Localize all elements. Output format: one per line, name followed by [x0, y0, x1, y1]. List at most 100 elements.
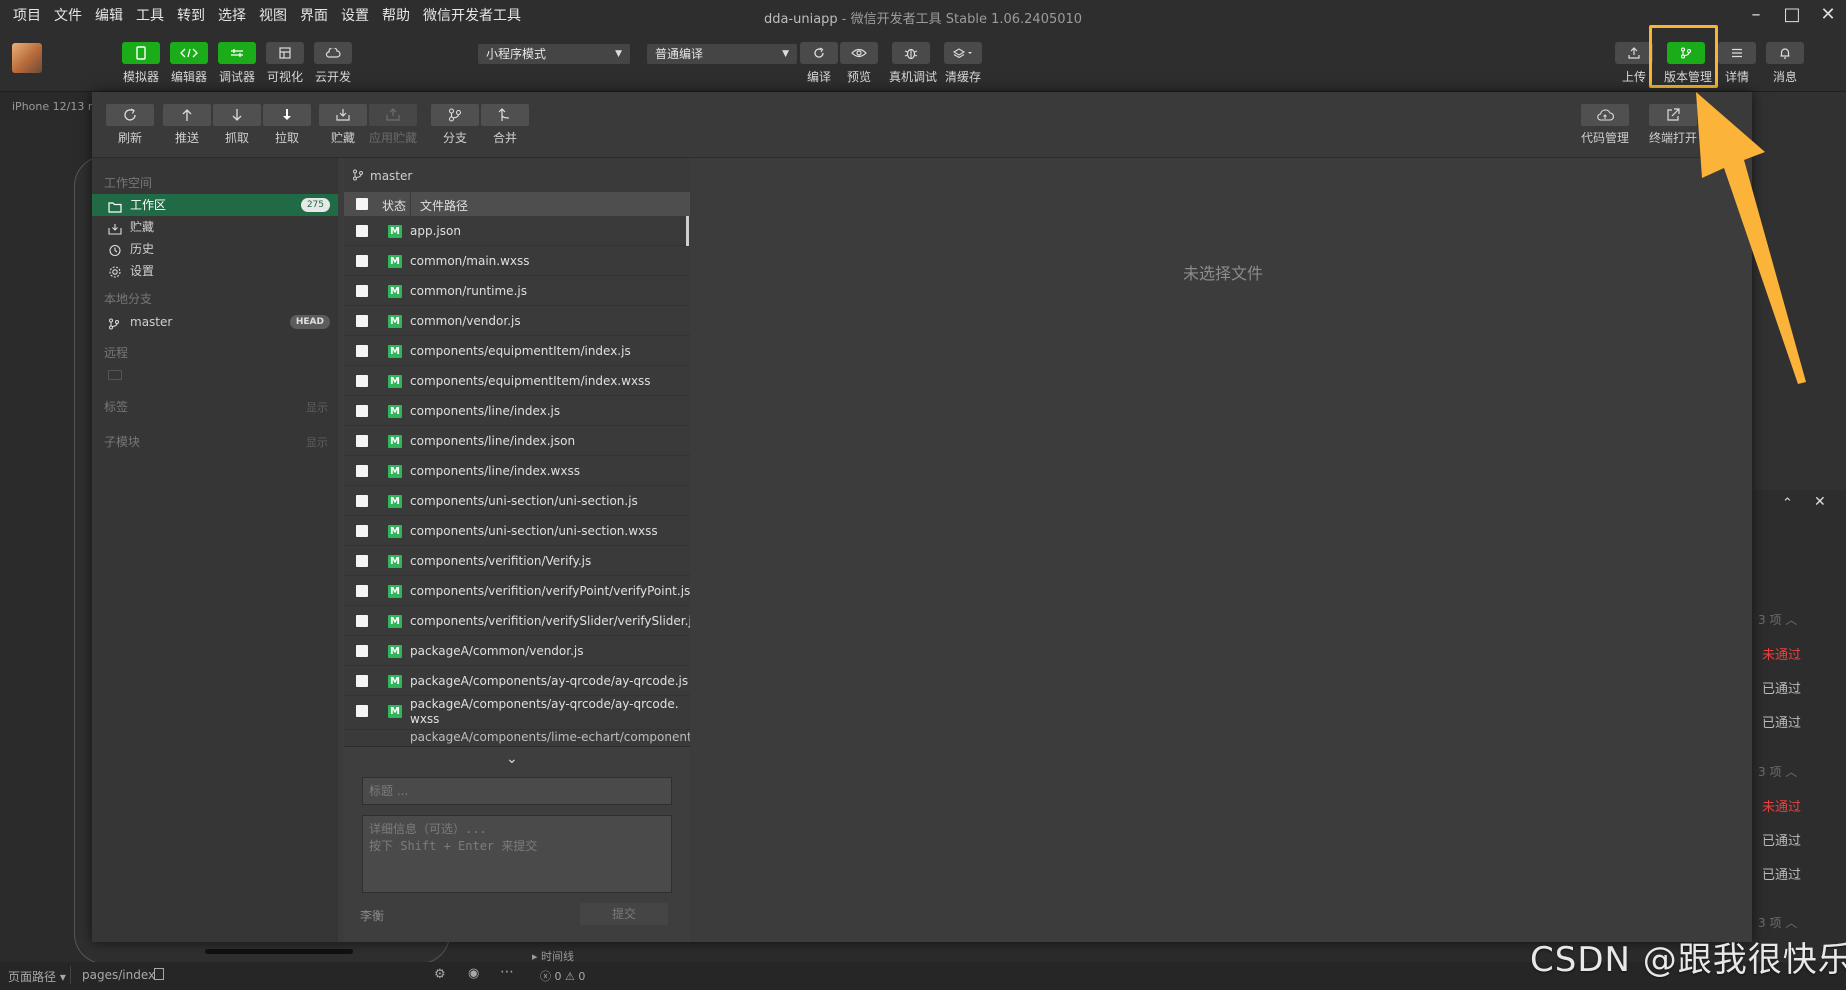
maximize-icon[interactable]: □ — [1778, 4, 1806, 26]
file-checkbox[interactable] — [356, 705, 368, 717]
stash-button[interactable]: 贮藏 — [318, 104, 368, 146]
menu-goto[interactable]: 转到 — [177, 5, 205, 25]
close-window-icon[interactable]: ✕ — [1814, 4, 1842, 26]
file-checkbox[interactable] — [356, 525, 368, 537]
menu-select[interactable]: 选择 — [218, 5, 246, 25]
result-fail[interactable]: 未通过 — [1762, 644, 1801, 663]
result-fail[interactable]: 未通过 — [1762, 796, 1801, 815]
file-checkbox[interactable] — [356, 285, 368, 297]
simulator-button[interactable]: 模拟器 — [119, 42, 163, 85]
file-checkbox[interactable] — [356, 255, 368, 267]
sidebar-item-settings[interactable]: 设置 — [92, 260, 338, 282]
editor-button[interactable]: 编辑器 — [167, 42, 211, 85]
file-row[interactable]: Mcomponents/equipmentItem/index.wxss — [344, 366, 690, 396]
result-pass[interactable]: 已通过 — [1762, 712, 1801, 731]
refresh-button[interactable]: 刷新 — [105, 104, 155, 146]
menu-wechat-devtools[interactable]: 微信开发者工具 — [423, 5, 521, 25]
avatar[interactable] — [12, 43, 42, 73]
page-path-dropdown[interactable]: 页面路径 ▾ — [8, 968, 66, 985]
submodule-show-toggle[interactable]: 显示 — [306, 434, 328, 450]
menu-ui[interactable]: 界面 — [300, 5, 328, 25]
path-column-header[interactable]: 文件路径 — [420, 197, 468, 214]
commit-description-input[interactable] — [362, 815, 672, 893]
file-row[interactable]: Mapp.json — [344, 216, 690, 246]
file-row[interactable]: MpackageA/components/lime-echart/compone… — [344, 730, 690, 746]
branch-button[interactable]: 分支 — [430, 104, 480, 146]
file-checkbox[interactable] — [356, 615, 368, 627]
menu-edit[interactable]: 编辑 — [95, 5, 123, 25]
copy-icon[interactable] — [154, 968, 164, 980]
status-column-header[interactable]: 状态 — [382, 197, 406, 214]
file-row[interactable]: Mcomponents/uni-section/uni-section.js — [344, 486, 690, 516]
chevron-up-icon[interactable]: ⌃ — [1782, 496, 1793, 511]
menu-tools[interactable]: 工具 — [136, 5, 164, 25]
pull-button[interactable]: 拉取 — [262, 104, 312, 146]
group-count-1[interactable]: 3 项 ︿ — [1758, 611, 1797, 628]
simulator-device-bar[interactable]: iPhone 12/13 mini — [0, 92, 92, 120]
close-panel-icon[interactable]: ✕ — [1814, 494, 1826, 510]
menu-help[interactable]: 帮助 — [382, 5, 410, 25]
commit-submit-button[interactable]: 提交 — [580, 903, 668, 925]
minimize-icon[interactable]: – — [1742, 4, 1770, 26]
select-all-checkbox[interactable] — [356, 198, 368, 210]
file-checkbox[interactable] — [356, 435, 368, 447]
sidebar-item-workspace[interactable]: 工作区 275 — [92, 194, 338, 216]
file-row[interactable]: Mcomponents/line/index.json — [344, 426, 690, 456]
menu-view[interactable]: 视图 — [259, 5, 287, 25]
file-checkbox[interactable] — [356, 405, 368, 417]
file-row[interactable]: MpackageA/components/ay-qrcode/ay-qrcode… — [344, 696, 690, 730]
file-checkbox[interactable] — [356, 315, 368, 327]
group-count-3[interactable]: 3 项 ︿ — [1758, 914, 1797, 931]
file-row[interactable]: Mcomponents/equipmentItem/index.js — [344, 336, 690, 366]
apply-stash-button[interactable]: 应用贮藏 — [368, 104, 418, 146]
file-checkbox[interactable] — [356, 495, 368, 507]
file-checkbox[interactable] — [356, 675, 368, 687]
compile-button[interactable]: 编译 — [797, 42, 841, 85]
file-checkbox[interactable] — [356, 345, 368, 357]
sidebar-item-stash[interactable]: 贮藏 — [92, 216, 338, 238]
tags-show-toggle[interactable]: 显示 — [306, 399, 328, 415]
file-checkbox[interactable] — [356, 465, 368, 477]
cloud-dev-button[interactable]: 云开发 — [311, 42, 355, 85]
file-row[interactable]: MpackageA/common/vendor.js — [344, 636, 690, 666]
chevron-down-icon[interactable]: ⌄ — [506, 751, 518, 767]
upload-button[interactable]: 上传 — [1612, 42, 1656, 85]
result-pass[interactable]: 已通过 — [1762, 864, 1801, 883]
file-row[interactable]: Mcomponents/verifition/Verify.js — [344, 546, 690, 576]
file-row[interactable]: Mcomponents/uni-section/uni-section.wxss — [344, 516, 690, 546]
merge-button[interactable]: 合并 — [480, 104, 530, 146]
menu-project[interactable]: 项目 — [13, 5, 41, 25]
file-row[interactable]: Mcommon/main.wxss — [344, 246, 690, 276]
version-control-button[interactable]: 版本管理 — [1664, 42, 1712, 85]
sidebar-item-history[interactable]: 历史 — [92, 238, 338, 260]
details-button[interactable]: 详情 — [1715, 42, 1759, 85]
compile-select[interactable]: 普通编译 ▼ — [647, 44, 797, 64]
menu-file[interactable]: 文件 — [54, 5, 82, 25]
file-row[interactable]: Mcommon/vendor.js — [344, 306, 690, 336]
group-count-2[interactable]: 3 项 ︿ — [1758, 763, 1797, 780]
more-icon[interactable]: ⋯ — [500, 964, 514, 980]
file-row[interactable]: Mcomponents/line/index.wxss — [344, 456, 690, 486]
file-row[interactable]: MpackageA/components/ay-qrcode/ay-qrcode… — [344, 666, 690, 696]
sidebar-item-branch-master[interactable]: master HEAD — [92, 311, 338, 333]
mode-select[interactable]: 小程序模式 ▼ — [478, 44, 630, 64]
file-row[interactable]: Mcomponents/verifition/verifyPoint/verif… — [344, 576, 690, 606]
messages-button[interactable]: 消息 — [1763, 42, 1807, 85]
timeline-toggle[interactable]: ▸ 时间线 — [532, 948, 574, 964]
fetch-button[interactable]: 抓取 — [212, 104, 262, 146]
preview-button[interactable]: 预览 — [837, 42, 881, 85]
push-button[interactable]: 推送 — [162, 104, 212, 146]
file-checkbox[interactable] — [356, 585, 368, 597]
menu-settings[interactable]: 设置 — [341, 5, 369, 25]
code-management-button[interactable]: 代码管理 — [1580, 104, 1630, 146]
remote-debug-button[interactable]: 真机调试 — [889, 42, 937, 85]
file-checkbox[interactable] — [356, 375, 368, 387]
file-row[interactable]: Mcomponents/line/index.js — [344, 396, 690, 426]
debugger-button[interactable]: 调试器 — [215, 42, 259, 85]
clear-cache-button[interactable]: 清缓存 — [941, 42, 985, 85]
result-pass[interactable]: 已通过 — [1762, 830, 1801, 849]
visual-button[interactable]: 可视化 — [263, 42, 307, 85]
file-row[interactable]: Mcomponents/verifition/verifySlider/veri… — [344, 606, 690, 636]
file-list-scrollbar[interactable] — [686, 216, 689, 246]
result-pass[interactable]: 已通过 — [1762, 678, 1801, 697]
